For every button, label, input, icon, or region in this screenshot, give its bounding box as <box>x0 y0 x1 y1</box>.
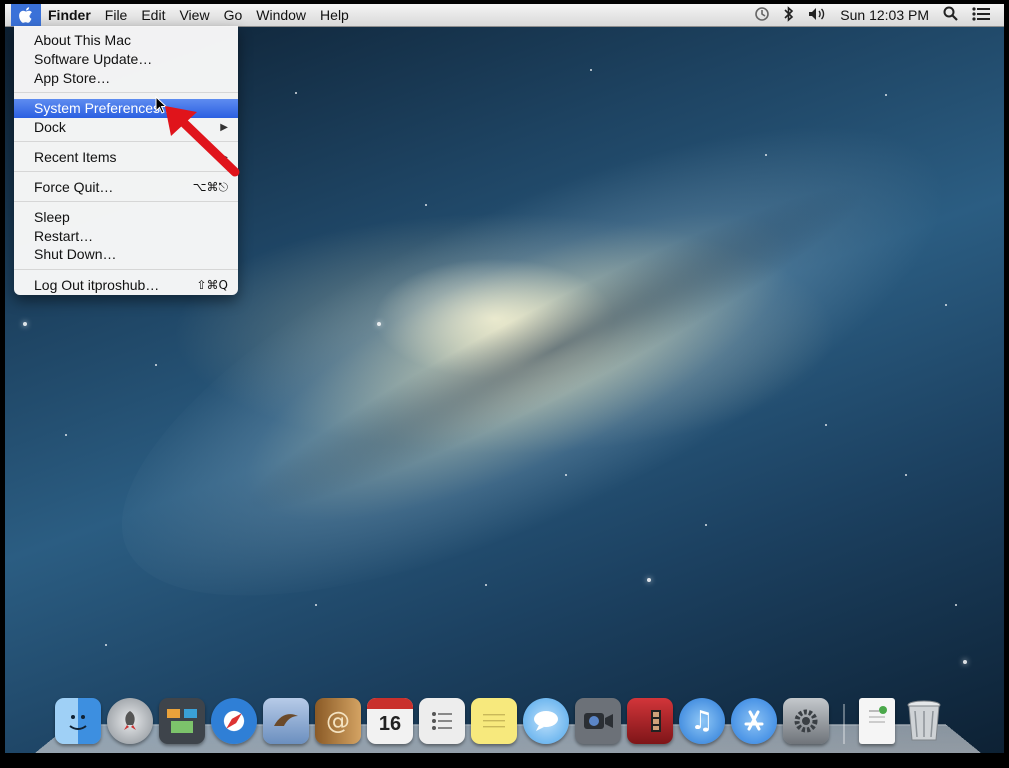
status-area: Sun 12:03 PM <box>754 5 1004 25</box>
clock[interactable]: Sun 12:03 PM <box>840 7 929 23</box>
menu-separator <box>14 92 238 93</box>
document-stack-icon[interactable] <box>859 698 895 744</box>
menu-edit[interactable]: Edit <box>134 4 172 26</box>
menu-window[interactable]: Window <box>249 4 313 26</box>
menu-item-label: Shut Down… <box>34 246 117 262</box>
menu-item-sleep[interactable]: Sleep <box>14 208 238 227</box>
star <box>425 204 427 206</box>
contacts-icon[interactable]: @ <box>315 698 361 744</box>
trash-icon[interactable] <box>901 698 947 744</box>
mail-icon[interactable] <box>263 698 309 744</box>
menu-item-label: Force Quit… <box>34 179 114 195</box>
star <box>65 434 67 436</box>
menu-item-shut-down[interactable]: Shut Down… <box>14 245 238 264</box>
reminders-icon[interactable] <box>419 698 465 744</box>
menu-item-app-store[interactable]: App Store… <box>14 69 238 88</box>
app-store-icon[interactable] <box>731 698 777 744</box>
star <box>647 578 651 582</box>
dock-separator <box>843 704 845 744</box>
menu-item-label: Software Update… <box>34 51 153 67</box>
menu-item-label: Dock <box>34 119 66 135</box>
star <box>315 604 317 606</box>
calendar-date: 16 <box>378 713 402 735</box>
photo-booth-icon[interactable] <box>627 698 673 744</box>
notification-center-icon[interactable] <box>972 6 990 24</box>
menu-help[interactable]: Help <box>313 4 356 26</box>
star <box>885 94 887 96</box>
mission-control-icon[interactable] <box>159 698 205 744</box>
star <box>705 524 707 526</box>
menu-separator <box>14 201 238 202</box>
calendar-header <box>367 698 413 709</box>
facetime-icon[interactable] <box>575 698 621 744</box>
apple-menu-button[interactable] <box>11 4 41 26</box>
menu-item-label: Restart… <box>34 228 94 244</box>
menu-item-restart[interactable]: Restart… <box>14 227 238 246</box>
star <box>105 644 107 646</box>
menu-item-label: About This Mac <box>34 32 132 48</box>
messages-icon[interactable] <box>523 698 569 744</box>
menu-bar: Finder File Edit View Go Window Help Sun… <box>5 4 1004 27</box>
apple-logo-icon <box>19 7 32 23</box>
menu-item-about-this-mac[interactable]: About This Mac <box>14 31 238 50</box>
dock: @ 16 ♫ <box>55 692 947 744</box>
star <box>295 92 297 94</box>
red-arrow-annotation-icon <box>165 106 240 177</box>
menu-item-label: Sleep <box>34 209 70 225</box>
menu-item-log-out[interactable]: Log Out itproshub… ⇧⌘Q <box>14 276 238 295</box>
star <box>955 604 957 606</box>
menu-item-label: Recent Items <box>34 149 117 165</box>
menu-item-shortcut: ⇧⌘Q <box>196 278 229 292</box>
spotlight-search-icon[interactable] <box>943 6 958 24</box>
star <box>485 584 487 586</box>
menu-item-label: System Preferences… <box>34 100 175 116</box>
menu-item-label: App Store… <box>34 70 111 86</box>
desktop[interactable]: Finder File Edit View Go Window Help Sun… <box>5 4 1004 753</box>
menu-view[interactable]: View <box>172 4 216 26</box>
star <box>565 474 567 476</box>
star <box>765 154 767 156</box>
menu-item-force-quit[interactable]: Force Quit… ⌥⌘⎋ <box>14 178 238 197</box>
menu-item-label: Log Out itproshub… <box>34 277 160 293</box>
notes-icon[interactable] <box>471 698 517 744</box>
menu-item-software-update[interactable]: Software Update… <box>14 50 238 69</box>
system-preferences-icon[interactable] <box>783 698 829 744</box>
itunes-icon[interactable]: ♫ <box>679 698 725 744</box>
star <box>825 424 827 426</box>
star <box>590 69 592 71</box>
star <box>155 364 157 366</box>
finder-icon[interactable] <box>55 698 101 744</box>
menu-item-shortcut: ⌥⌘⎋ <box>192 180 228 194</box>
calendar-icon[interactable]: 16 <box>367 698 413 744</box>
star <box>23 322 27 326</box>
star <box>963 660 967 664</box>
menu-go[interactable]: Go <box>217 4 250 26</box>
volume-icon[interactable] <box>808 7 826 24</box>
menu-separator <box>14 269 238 270</box>
star <box>905 474 907 476</box>
menu-file[interactable]: File <box>98 4 135 26</box>
safari-icon[interactable] <box>211 698 257 744</box>
time-machine-icon[interactable] <box>754 6 770 25</box>
star <box>377 322 381 326</box>
launchpad-icon[interactable] <box>107 698 153 744</box>
bluetooth-icon[interactable] <box>784 5 794 25</box>
app-menu-finder[interactable]: Finder <box>41 4 98 26</box>
star <box>945 304 947 306</box>
